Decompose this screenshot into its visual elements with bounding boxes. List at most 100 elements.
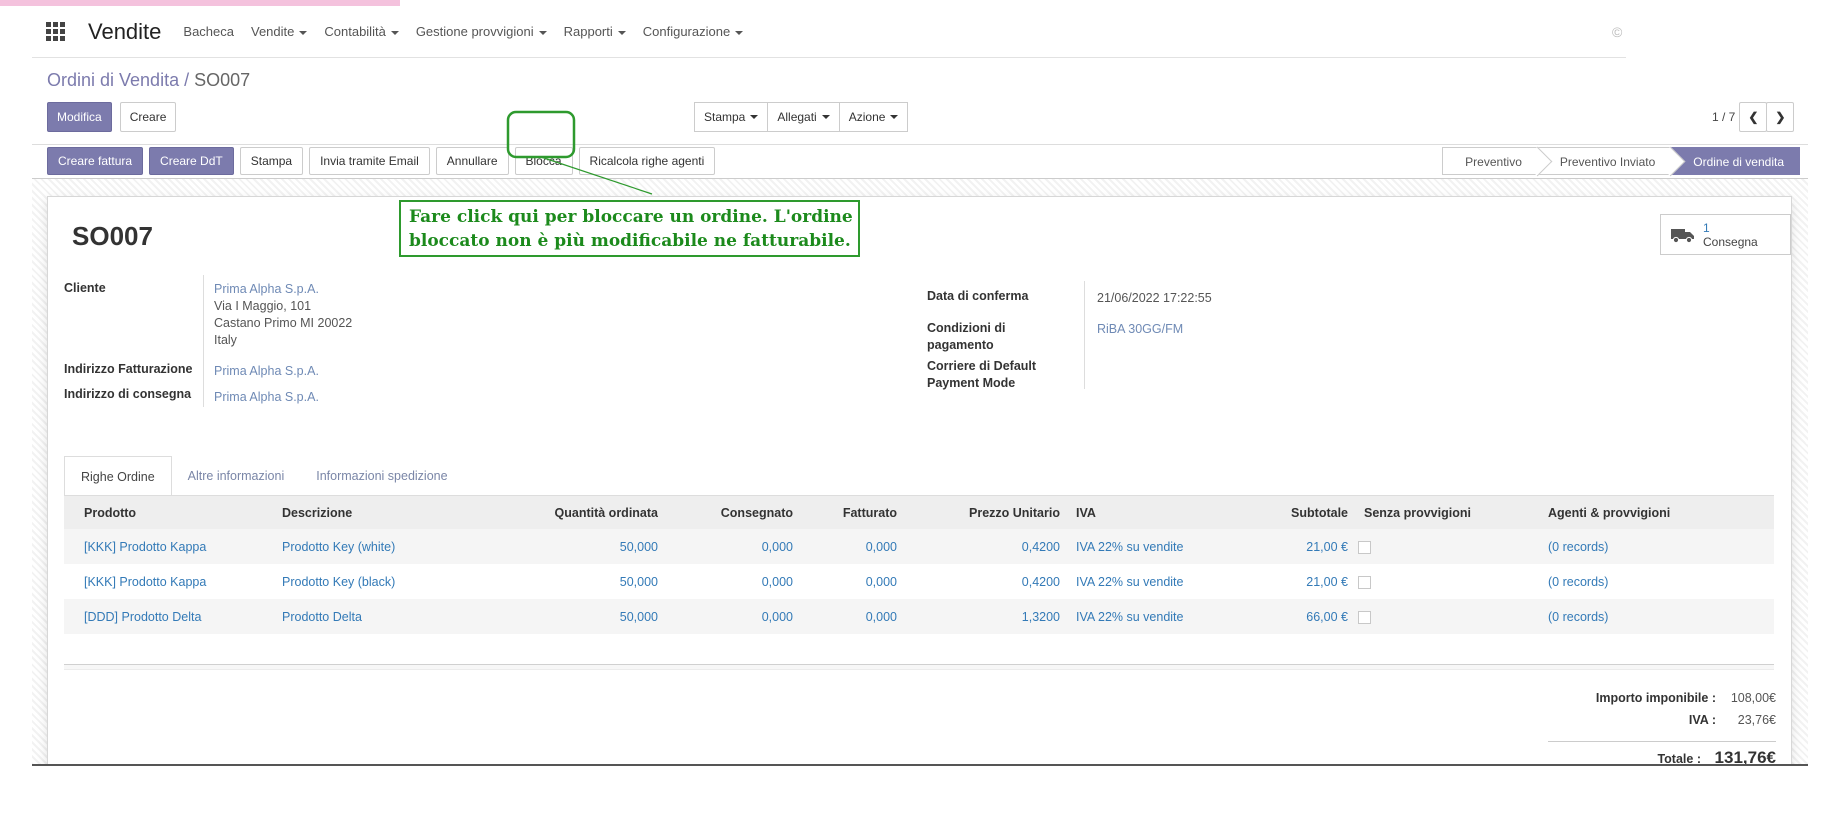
form-sheet: SO007 1 Consegna Cliente Prima Alpha S.p… — [47, 196, 1792, 764]
breadcrumb-separator: / — [179, 70, 195, 90]
column-header[interactable]: Agenti & provvigioni — [1542, 496, 1774, 529]
apps-grid-icon[interactable] — [46, 22, 70, 41]
state-preventivo[interactable]: Preventivo — [1442, 147, 1538, 175]
cell-invoiced[interactable]: 0,000 — [799, 599, 903, 634]
attachments-dropdown[interactable]: Allegati — [767, 102, 840, 132]
customer-address-line-3: Italy — [214, 333, 237, 347]
create-invoice-button[interactable]: Creare fattura — [47, 147, 144, 175]
cell-subtotal[interactable]: 21,00 € — [1254, 529, 1354, 564]
column-header[interactable]: Consegnato — [664, 496, 799, 529]
tab-informazioni-spedizione[interactable]: Informazioni spedizione — [300, 456, 463, 496]
bottom-decoration — [32, 764, 122, 766]
print-dropdown[interactable]: Stampa — [694, 102, 769, 132]
pager-next-button[interactable]: ❯ — [1766, 102, 1795, 132]
menu-label: Configurazione — [642, 24, 731, 39]
edit-button[interactable]: Modifica — [47, 102, 112, 132]
state-preventivo-inviato[interactable]: Preventivo Inviato — [1537, 147, 1672, 175]
cell-delivered[interactable]: 0,000 — [664, 599, 799, 634]
table-row[interactable]: [DDD] Prodotto Delta Prodotto Delta 50,0… — [64, 599, 1774, 634]
cell-product[interactable]: [KKK] Prodotto Kappa — [64, 564, 276, 599]
smart-button-text: 1 Consegna — [1703, 221, 1758, 249]
no-commission-checkbox[interactable] — [1358, 610, 1371, 624]
table-row[interactable]: [KKK] Prodotto Kappa Prodotto Key (white… — [64, 529, 1774, 564]
cell-unit-price[interactable]: 1,3200 — [903, 599, 1066, 634]
column-header[interactable]: IVA — [1066, 496, 1254, 529]
menu-configurazione[interactable]: Configurazione — [642, 24, 744, 39]
column-header[interactable]: Senza provvigioni — [1354, 496, 1542, 529]
menu-vendite[interactable]: Vendite — [251, 24, 308, 39]
menu-bacheca[interactable]: Bacheca — [183, 24, 234, 39]
main-navbar: Vendite Bacheca Vendite Contabilità Gest… — [32, 6, 1626, 58]
cell-delivered[interactable]: 0,000 — [664, 564, 799, 599]
cell-qty-ordered[interactable]: 50,000 — [474, 529, 664, 564]
cell-invoiced[interactable]: 0,000 — [799, 529, 903, 564]
action-dropdown[interactable]: Azione — [838, 102, 909, 132]
confirmation-date-label: Data di conferma — [927, 289, 1029, 303]
cell-unit-price[interactable]: 0,4200 — [903, 529, 1066, 564]
column-header[interactable]: Prodotto — [64, 496, 276, 529]
print-dropdown-label: Stampa — [704, 110, 746, 124]
navbar-right-glyph[interactable]: © — [1612, 24, 1622, 40]
odoo-app: Vendite Bacheca Vendite Contabilità Gest… — [32, 6, 1808, 766]
customer-name[interactable]: Prima Alpha S.p.A. — [214, 281, 319, 298]
cell-agents[interactable]: (0 records) — [1542, 529, 1774, 564]
cancel-order-button[interactable]: Annullare — [435, 147, 509, 175]
cell-product[interactable]: [DDD] Prodotto Delta — [64, 599, 276, 634]
pager-previous-button[interactable]: ❮ — [1739, 102, 1768, 132]
cell-description[interactable]: Prodotto Key (black) — [276, 564, 474, 599]
state-ordine-di-vendita[interactable]: Ordine di vendita — [1671, 147, 1800, 175]
total-row: Totale : 131,76€ — [1548, 741, 1776, 764]
smart-button-count: 1 — [1703, 220, 1710, 235]
billing-address-value[interactable]: Prima Alpha S.p.A. — [214, 363, 319, 380]
cell-delivered[interactable]: 0,000 — [664, 529, 799, 564]
cell-subtotal[interactable]: 66,00 € — [1254, 599, 1354, 634]
cell-subtotal[interactable]: 21,00 € — [1254, 564, 1354, 599]
column-header[interactable]: Quantità ordinata — [474, 496, 664, 529]
cell-description[interactable]: Prodotto Key (white) — [276, 529, 474, 564]
tab-altre-informazioni[interactable]: Altre informazioni — [172, 456, 301, 496]
send-email-button[interactable]: Invia tramite Email — [309, 147, 430, 175]
cell-tax[interactable]: IVA 22% su vendite — [1066, 599, 1254, 634]
print-button[interactable]: Stampa — [239, 147, 304, 175]
column-header[interactable]: Fatturato — [799, 496, 903, 529]
cell-qty-ordered[interactable]: 50,000 — [474, 599, 664, 634]
cell-unit-price[interactable]: 0,4200 — [903, 564, 1066, 599]
create-ddt-button[interactable]: Creare DdT — [149, 147, 234, 175]
pager-value[interactable]: 1 / 7 — [1712, 110, 1735, 124]
cell-agents[interactable]: (0 records) — [1542, 599, 1774, 634]
caret-down-icon — [750, 115, 759, 119]
cell-description[interactable]: Prodotto Delta — [276, 599, 474, 634]
create-button[interactable]: Creare — [119, 102, 177, 132]
default-carrier-label-1: Corriere di Default — [927, 359, 1037, 373]
caret-down-icon — [617, 30, 626, 35]
cell-qty-ordered[interactable]: 50,000 — [474, 564, 664, 599]
tab-righe-ordine[interactable]: Righe Ordine — [64, 456, 172, 496]
menu-contabilita[interactable]: Contabilità — [324, 24, 399, 39]
column-header[interactable]: Prezzo Unitario — [903, 496, 1066, 529]
delivery-address-value[interactable]: Prima Alpha S.p.A. — [214, 389, 319, 406]
pager: 1 / 7 ❮ ❯ — [1712, 102, 1795, 132]
app-brand[interactable]: Vendite — [88, 19, 161, 45]
column-header[interactable]: Descrizione — [276, 496, 474, 529]
cell-invoiced[interactable]: 0,000 — [799, 564, 903, 599]
cell-tax[interactable]: IVA 22% su vendite — [1066, 564, 1254, 599]
lock-order-button[interactable]: Blocca — [514, 147, 573, 175]
payment-terms-value[interactable]: RiBA 30GG/FM — [1097, 321, 1183, 338]
column-header[interactable]: Subtotale — [1254, 496, 1354, 529]
menu-gestione-provvigioni[interactable]: Gestione provvigioni — [416, 24, 547, 39]
form-buttons: Modifica Creare — [47, 102, 177, 132]
field-divider — [1084, 281, 1085, 389]
no-commission-checkbox[interactable] — [1358, 540, 1371, 554]
table-row[interactable]: [KKK] Prodotto Kappa Prodotto Key (black… — [64, 564, 1774, 599]
cell-tax[interactable]: IVA 22% su vendite — [1066, 529, 1254, 564]
breadcrumb-parent[interactable]: Ordini di Vendita — [47, 70, 179, 90]
menu-rapporti[interactable]: Rapporti — [564, 24, 626, 39]
delivery-smart-button[interactable]: 1 Consegna — [1660, 214, 1791, 255]
recalculate-agents-button[interactable]: Ricalcola righe agenti — [578, 147, 716, 175]
cell-product[interactable]: [KKK] Prodotto Kappa — [64, 529, 276, 564]
caret-down-icon — [538, 30, 547, 35]
cell-agents[interactable]: (0 records) — [1542, 564, 1774, 599]
field-divider — [203, 275, 204, 407]
default-carrier-label-2: Payment Mode — [927, 376, 1016, 390]
no-commission-checkbox[interactable] — [1358, 575, 1371, 589]
